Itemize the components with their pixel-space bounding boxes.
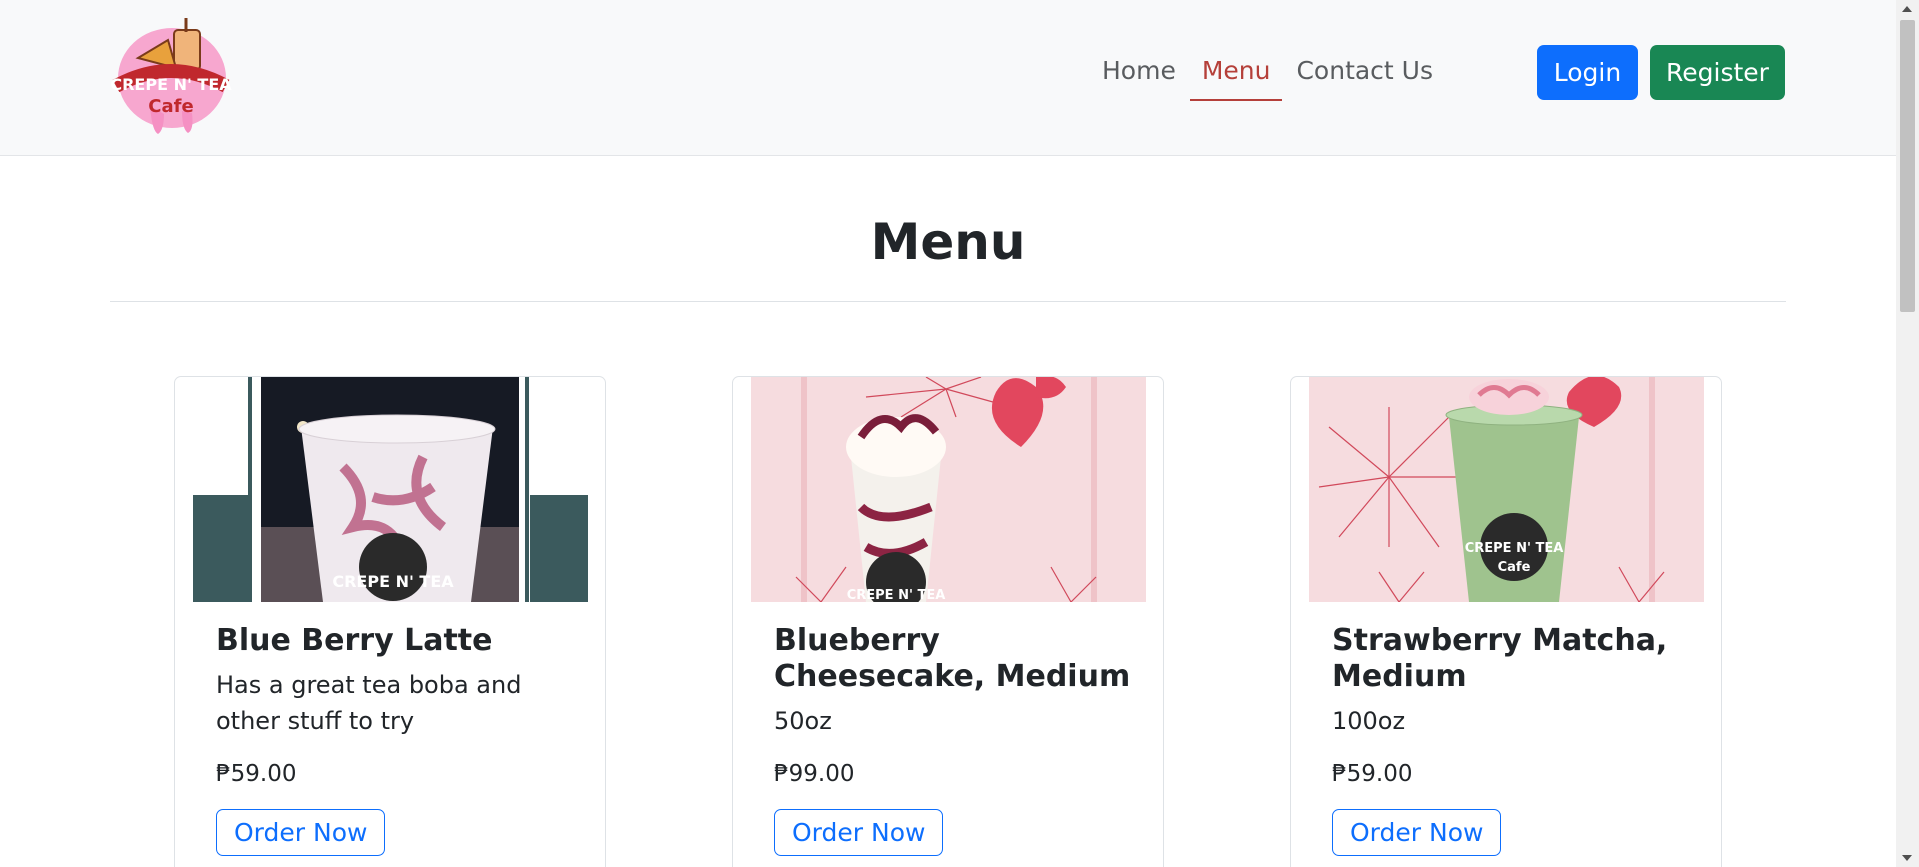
product-name: Strawberry Matcha, Medium	[1332, 623, 1668, 694]
product-image: CREPE N' TEA	[193, 377, 588, 602]
nav-contact-us[interactable]: Contact Us	[1284, 56, 1445, 101]
product-image: CREPE N' TEA	[751, 377, 1146, 602]
product-card: CREPE N' TEA Blue Berry Latte Has a grea…	[174, 376, 606, 867]
brand-logo[interactable]: CREPE N' TEA Cafe	[110, 16, 232, 136]
card-body: Blueberry Cheesecake, Medium 50oz ₱99.00…	[774, 623, 1134, 856]
page-title: Menu	[870, 213, 1026, 271]
scroll-down-icon[interactable]	[1902, 855, 1912, 861]
product-card: CREPE N' TEA Cafe Strawberry Matcha, Med…	[1290, 376, 1722, 867]
login-button[interactable]: Login	[1537, 45, 1638, 100]
order-now-button[interactable]: Order Now	[216, 809, 386, 856]
svg-text:Cafe: Cafe	[148, 96, 193, 117]
svg-text:CREPE N' TEA: CREPE N' TEA	[110, 75, 232, 94]
title-divider	[110, 301, 1786, 302]
navbar: CREPE N' TEA Cafe Home Menu Contact Us L…	[0, 0, 1896, 156]
order-now-button[interactable]: Order Now	[1332, 809, 1502, 856]
svg-text:CREPE N' TEA: CREPE N' TEA	[1465, 541, 1564, 556]
card-body: Blue Berry Latte Has a great tea boba an…	[216, 623, 576, 856]
scrollbar-thumb[interactable]	[1900, 20, 1915, 312]
svg-text:CREPE N' TEA: CREPE N' TEA	[332, 572, 454, 591]
product-price: ₱99.00	[774, 761, 855, 787]
svg-text:Cafe: Cafe	[1498, 560, 1531, 575]
svg-text:CREPE N' TEA: CREPE N' TEA	[847, 588, 946, 602]
card-body: Strawberry Matcha, Medium 100oz ₱59.00 O…	[1332, 623, 1692, 856]
product-price: ₱59.00	[1332, 761, 1413, 787]
nav-menu[interactable]: Menu	[1189, 56, 1283, 101]
order-now-button[interactable]: Order Now	[774, 809, 944, 856]
product-name: Blue Berry Latte	[216, 623, 493, 658]
main-nav: Home Menu Contact Us	[1090, 56, 1447, 101]
product-description: 50oz	[774, 707, 832, 735]
nav-home[interactable]: Home	[1090, 56, 1188, 101]
product-name: Blueberry Cheesecake, Medium	[774, 623, 1131, 694]
page: CREPE N' TEA Cafe Home Menu Contact Us L…	[0, 0, 1919, 867]
scroll-up-icon[interactable]	[1902, 6, 1912, 12]
product-image: CREPE N' TEA Cafe	[1309, 377, 1704, 602]
product-description: 100oz	[1332, 707, 1406, 735]
page-scrollbar[interactable]	[1896, 0, 1919, 867]
product-description: Has a great tea boba and other stuff to …	[216, 671, 522, 735]
register-button[interactable]: Register	[1650, 45, 1785, 100]
product-price: ₱59.00	[216, 761, 297, 787]
product-card: CREPE N' TEA Blueberry Cheesecake, Mediu…	[732, 376, 1164, 867]
